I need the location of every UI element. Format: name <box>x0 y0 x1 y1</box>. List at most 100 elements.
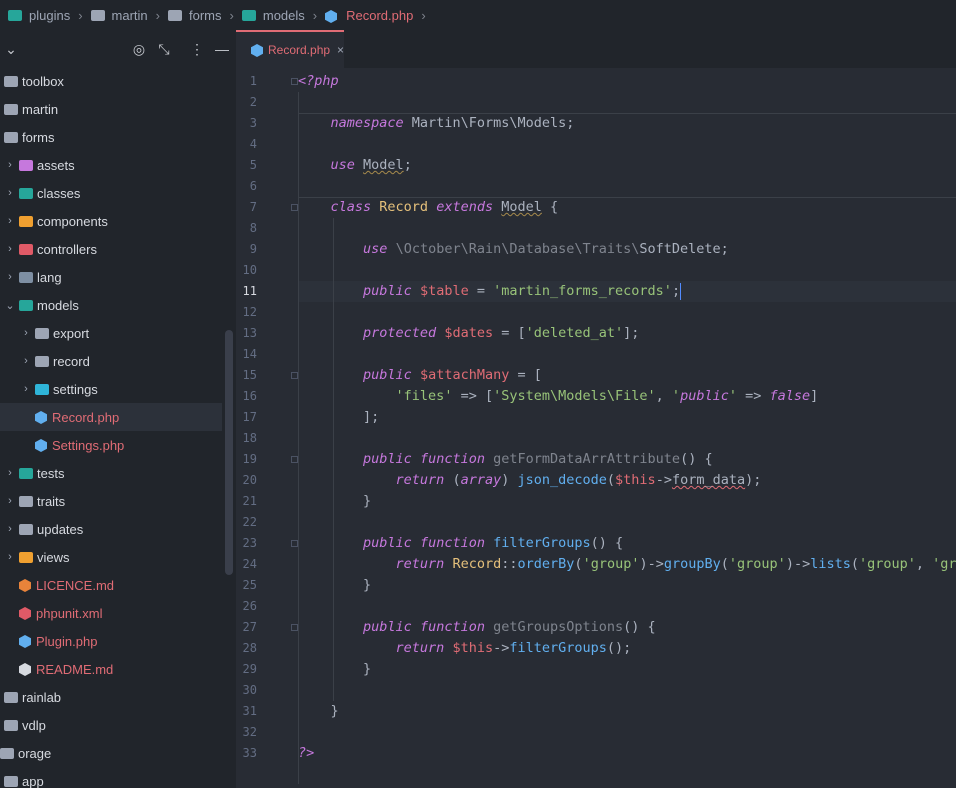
code-line[interactable]: protected $dates = ['deleted_at']; <box>298 323 956 344</box>
code-token: Model <box>363 157 404 173</box>
code-line[interactable] <box>298 92 956 113</box>
code-line[interactable]: public $table = 'martin_forms_records'; <box>298 281 956 302</box>
tree-item[interactable]: martin <box>0 95 222 123</box>
fold-toggle-icon[interactable] <box>291 78 298 85</box>
fold-toggle-icon[interactable] <box>291 204 298 211</box>
tree-item[interactable]: › views <box>0 543 222 571</box>
tree-item[interactable]: orage <box>0 739 222 767</box>
folder-icon <box>19 299 33 311</box>
sidebar-scrollbar[interactable] <box>225 330 233 575</box>
chevron-right-icon[interactable]: › <box>4 159 16 171</box>
breadcrumb-item-4[interactable]: Record.php <box>325 8 413 23</box>
tree-item[interactable]: phpunit.xml <box>0 599 222 627</box>
collapse-arrows-icon[interactable]: ⤡ <box>155 40 173 58</box>
code-line[interactable] <box>298 428 956 449</box>
tree-item[interactable]: › classes <box>0 179 222 207</box>
tree-item[interactable]: › export <box>0 319 222 347</box>
tree-item[interactable]: rainlab <box>0 683 222 711</box>
code-line[interactable]: } <box>298 575 956 596</box>
code-line[interactable] <box>298 512 956 533</box>
code-line[interactable]: use Model; <box>298 155 956 176</box>
code-line[interactable]: } <box>298 491 956 512</box>
tree-item[interactable]: toolbox <box>0 67 222 95</box>
tree-item[interactable]: forms <box>0 123 222 151</box>
code-line[interactable] <box>298 596 956 617</box>
collapse-chevron-icon[interactable]: ⌄ <box>2 40 20 58</box>
tree-item[interactable]: › tests <box>0 459 222 487</box>
tree-item[interactable]: LICENCE.md <box>0 571 222 599</box>
breadcrumb-item-0[interactable]: plugins <box>8 8 70 23</box>
breadcrumb-item-1[interactable]: martin <box>90 8 148 23</box>
tree-item[interactable]: › components <box>0 207 222 235</box>
breadcrumb-item-3[interactable]: models <box>241 8 305 23</box>
chevron-right-icon[interactable]: › <box>4 551 16 563</box>
code-line[interactable]: public $attachMany = [ <box>298 365 956 386</box>
tree-item[interactable]: › controllers <box>0 235 222 263</box>
chevron-right-icon[interactable]: › <box>4 187 16 199</box>
code-area[interactable]: <?php namespace Martin\Forms\Models; use… <box>298 68 956 788</box>
fold-toggle-icon[interactable] <box>291 624 298 631</box>
code-line[interactable]: return (array) json_decode($this->form_d… <box>298 470 956 491</box>
chevron-right-icon[interactable]: › <box>4 243 16 255</box>
chevron-down-icon[interactable]: ⌄ <box>4 299 16 312</box>
code-line[interactable] <box>298 176 956 197</box>
code-token: } <box>298 577 372 593</box>
target-icon[interactable]: ◎ <box>130 40 148 58</box>
tree-item[interactable]: › record <box>0 347 222 375</box>
tree-item[interactable]: Plugin.php <box>0 627 222 655</box>
code-line[interactable]: return $this->filterGroups(); <box>298 638 956 659</box>
tree-item-label: forms <box>22 129 55 145</box>
fold-toggle-icon[interactable] <box>291 540 298 547</box>
chevron-right-icon[interactable]: › <box>20 355 32 367</box>
tree-item[interactable]: app <box>0 767 222 788</box>
tree-item-label: record <box>53 353 90 369</box>
chevron-right-icon[interactable]: › <box>4 467 16 479</box>
code-line[interactable] <box>298 344 956 365</box>
code-line[interactable]: public function getFormDataArrAttribute(… <box>298 449 956 470</box>
fold-toggle-icon[interactable] <box>291 456 298 463</box>
tree-item[interactable]: Record.php <box>0 403 222 431</box>
fold-toggle-icon[interactable] <box>291 372 298 379</box>
code-line[interactable]: ?> <box>298 743 956 764</box>
tree-item[interactable]: vdlp <box>0 711 222 739</box>
chevron-right-icon[interactable]: › <box>4 271 16 283</box>
code-line[interactable]: ]; <box>298 407 956 428</box>
code-editor[interactable]: 1 2 3 4 5 6 7 8 9 10 11 12 13 14 15 16 17 18 19 20 21 22 23 24 2… <box>236 68 956 788</box>
tree-item[interactable]: › lang <box>0 263 222 291</box>
chevron-right-icon[interactable]: › <box>20 383 32 395</box>
code-line[interactable]: use \October\Rain\Database\Traits\SoftDe… <box>298 239 956 260</box>
code-line[interactable]: public function filterGroups() { <box>298 533 956 554</box>
code-line[interactable]: } <box>298 659 956 680</box>
chevron-right-icon[interactable]: › <box>20 327 32 339</box>
tree-item[interactable]: ⌄ models <box>0 291 222 319</box>
code-line[interactable]: namespace Martin\Forms\Models; <box>298 113 956 134</box>
code-line[interactable]: <?php <box>298 71 956 92</box>
code-line[interactable] <box>298 260 956 281</box>
tree-item[interactable]: README.md <box>0 655 222 683</box>
chevron-right-icon[interactable]: › <box>4 495 16 507</box>
code-line[interactable] <box>298 722 956 743</box>
chevron-right-icon[interactable]: › <box>4 215 16 227</box>
breadcrumb-item-2[interactable]: forms <box>168 8 222 23</box>
minimize-icon[interactable]: — <box>213 40 231 58</box>
more-options-icon[interactable]: ⋮ <box>188 40 206 58</box>
tab-record-php[interactable]: Record.php × <box>236 30 344 68</box>
code-line[interactable]: return Record::orderBy('group')->groupBy… <box>298 554 956 575</box>
code-line[interactable]: class Record extends Model { <box>298 197 956 218</box>
code-line[interactable]: public function getGroupsOptions() { <box>298 617 956 638</box>
chevron-right-icon[interactable]: › <box>4 523 16 535</box>
tree-item[interactable]: › updates <box>0 515 222 543</box>
code-line[interactable]: } <box>298 701 956 722</box>
code-line[interactable] <box>298 680 956 701</box>
tree-item[interactable]: Settings.php <box>0 431 222 459</box>
tree-item[interactable]: › assets <box>0 151 222 179</box>
tree-item-label: martin <box>22 101 59 117</box>
code-line[interactable]: 'files' => ['System\Models\File', 'publi… <box>298 386 956 407</box>
code-line[interactable] <box>298 134 956 155</box>
close-icon[interactable]: × <box>337 43 344 57</box>
tree-item[interactable]: › settings <box>0 375 222 403</box>
folder-icon <box>19 271 33 283</box>
code-line[interactable] <box>298 302 956 323</box>
tree-item[interactable]: › traits <box>0 487 222 515</box>
code-line[interactable] <box>298 218 956 239</box>
